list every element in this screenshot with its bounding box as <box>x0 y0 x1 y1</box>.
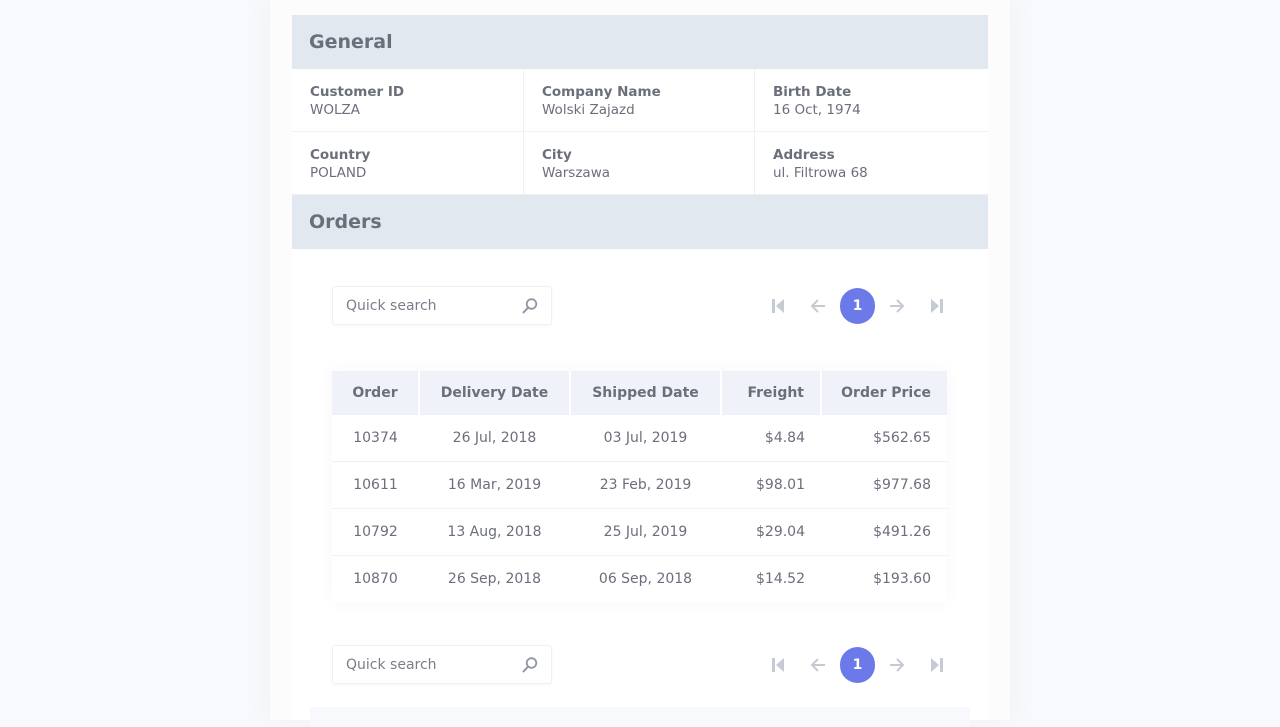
column-header-order[interactable]: Order <box>332 371 420 415</box>
field-city: City Warszawa <box>524 132 755 195</box>
orders-toolbar-top: 1 <box>292 286 988 326</box>
previous-page-button[interactable] <box>798 647 838 683</box>
orders-section-title: Orders <box>309 211 382 233</box>
column-header-order-price[interactable]: Order Price <box>821 371 947 415</box>
field-label: City <box>542 147 572 163</box>
cell-freight: $4.84 <box>721 414 821 462</box>
field-label: Country <box>310 147 371 163</box>
field-value: 16 Oct, 1974 <box>773 102 861 118</box>
field-address: Address ul. Filtrowa 68 <box>755 132 988 195</box>
first-page-button[interactable] <box>758 647 798 683</box>
field-customer-id: Customer ID WOLZA <box>292 69 524 132</box>
field-value: POLAND <box>310 165 367 181</box>
cell-delivery-date: 16 Mar, 2019 <box>419 461 570 509</box>
quick-search-box[interactable] <box>332 286 552 325</box>
arrow-right-icon <box>890 657 905 672</box>
previous-page-button[interactable] <box>798 288 838 324</box>
last-page-icon <box>931 657 943 672</box>
cell-delivery-date: 26 Jul, 2018 <box>419 414 570 462</box>
quick-search-input-bottom[interactable] <box>333 655 518 674</box>
cell-order-price: $977.68 <box>821 461 947 509</box>
cell-order: 10792 <box>332 508 419 556</box>
general-info-grid: Customer ID WOLZA Company Name Wolski Za… <box>292 69 988 195</box>
cell-shipped-date: 25 Jul, 2019 <box>570 508 721 556</box>
general-section-title: General <box>309 31 393 53</box>
field-value: Warszawa <box>542 165 611 181</box>
field-label: Customer ID <box>310 84 405 100</box>
last-page-button[interactable] <box>917 647 957 683</box>
table-row[interactable]: 10611 16 Mar, 2019 23 Feb, 2019 $98.01 $… <box>332 461 947 509</box>
table-row[interactable]: 10870 26 Sep, 2018 06 Sep, 2018 $14.52 $… <box>332 555 947 602</box>
column-header-shipped-date[interactable]: Shipped Date <box>570 371 722 415</box>
cell-order: 10374 <box>332 414 419 462</box>
arrow-left-icon <box>810 298 825 313</box>
table-row[interactable]: 10374 26 Jul, 2018 03 Jul, 2019 $4.84 $5… <box>332 414 947 462</box>
field-value: ul. Filtrowa 68 <box>773 165 868 181</box>
field-country: Country POLAND <box>292 132 524 195</box>
current-page-button[interactable]: 1 <box>840 646 875 683</box>
cell-delivery-date: 26 Sep, 2018 <box>419 555 570 602</box>
cell-order-price: $491.26 <box>821 508 947 556</box>
orders-section-header: Orders <box>292 195 988 249</box>
last-page-icon <box>931 298 943 313</box>
search-icon[interactable] <box>521 297 539 315</box>
cell-order: 10611 <box>332 461 419 509</box>
first-page-icon <box>772 657 784 672</box>
field-label: Company Name <box>542 84 661 100</box>
field-birth-date: Birth Date 16 Oct, 1974 <box>755 69 988 132</box>
cell-freight: $14.52 <box>721 555 821 602</box>
field-label: Address <box>773 147 835 163</box>
arrow-right-icon <box>890 298 905 313</box>
pagination-bottom: 1 <box>758 645 957 684</box>
next-page-button[interactable] <box>877 647 917 683</box>
customer-detail-card: General Customer ID WOLZA Company Name W… <box>292 15 988 727</box>
first-page-icon <box>772 298 784 313</box>
orders-toolbar-bottom: 1 <box>292 645 988 685</box>
search-icon[interactable] <box>521 656 539 674</box>
column-header-freight[interactable]: Freight <box>721 371 822 415</box>
cell-shipped-date: 06 Sep, 2018 <box>570 555 721 602</box>
cell-freight: $98.01 <box>721 461 821 509</box>
orders-table-container: Order Delivery Date Shipped Date Freight… <box>332 371 947 602</box>
table-row[interactable]: 10792 13 Aug, 2018 25 Jul, 2019 $29.04 $… <box>332 508 947 556</box>
cell-order-price: $562.65 <box>821 414 947 462</box>
quick-search-input[interactable] <box>333 296 518 315</box>
field-value: Wolski Zajazd <box>542 102 635 118</box>
general-section-header: General <box>292 15 988 69</box>
pagination: 1 <box>758 286 957 325</box>
field-company-name: Company Name Wolski Zajazd <box>524 69 755 132</box>
cell-freight: $29.04 <box>721 508 821 556</box>
field-value: WOLZA <box>310 102 360 118</box>
cell-shipped-date: 03 Jul, 2019 <box>570 414 721 462</box>
next-page-button[interactable] <box>877 288 917 324</box>
cell-order-price: $193.60 <box>821 555 947 602</box>
cell-delivery-date: 13 Aug, 2018 <box>419 508 570 556</box>
quick-search-box-bottom[interactable] <box>332 645 552 684</box>
cell-order: 10870 <box>332 555 419 602</box>
current-page-button[interactable]: 1 <box>840 287 875 324</box>
next-table-header-partial <box>310 707 970 727</box>
column-header-delivery-date[interactable]: Delivery Date <box>419 371 571 415</box>
cell-shipped-date: 23 Feb, 2019 <box>570 461 721 509</box>
field-label: Birth Date <box>773 84 852 100</box>
last-page-button[interactable] <box>917 288 957 324</box>
orders-table: Order Delivery Date Shipped Date Freight… <box>332 371 947 602</box>
first-page-button[interactable] <box>758 288 798 324</box>
table-header-row: Order Delivery Date Shipped Date Freight… <box>332 371 947 415</box>
arrow-left-icon <box>810 657 825 672</box>
